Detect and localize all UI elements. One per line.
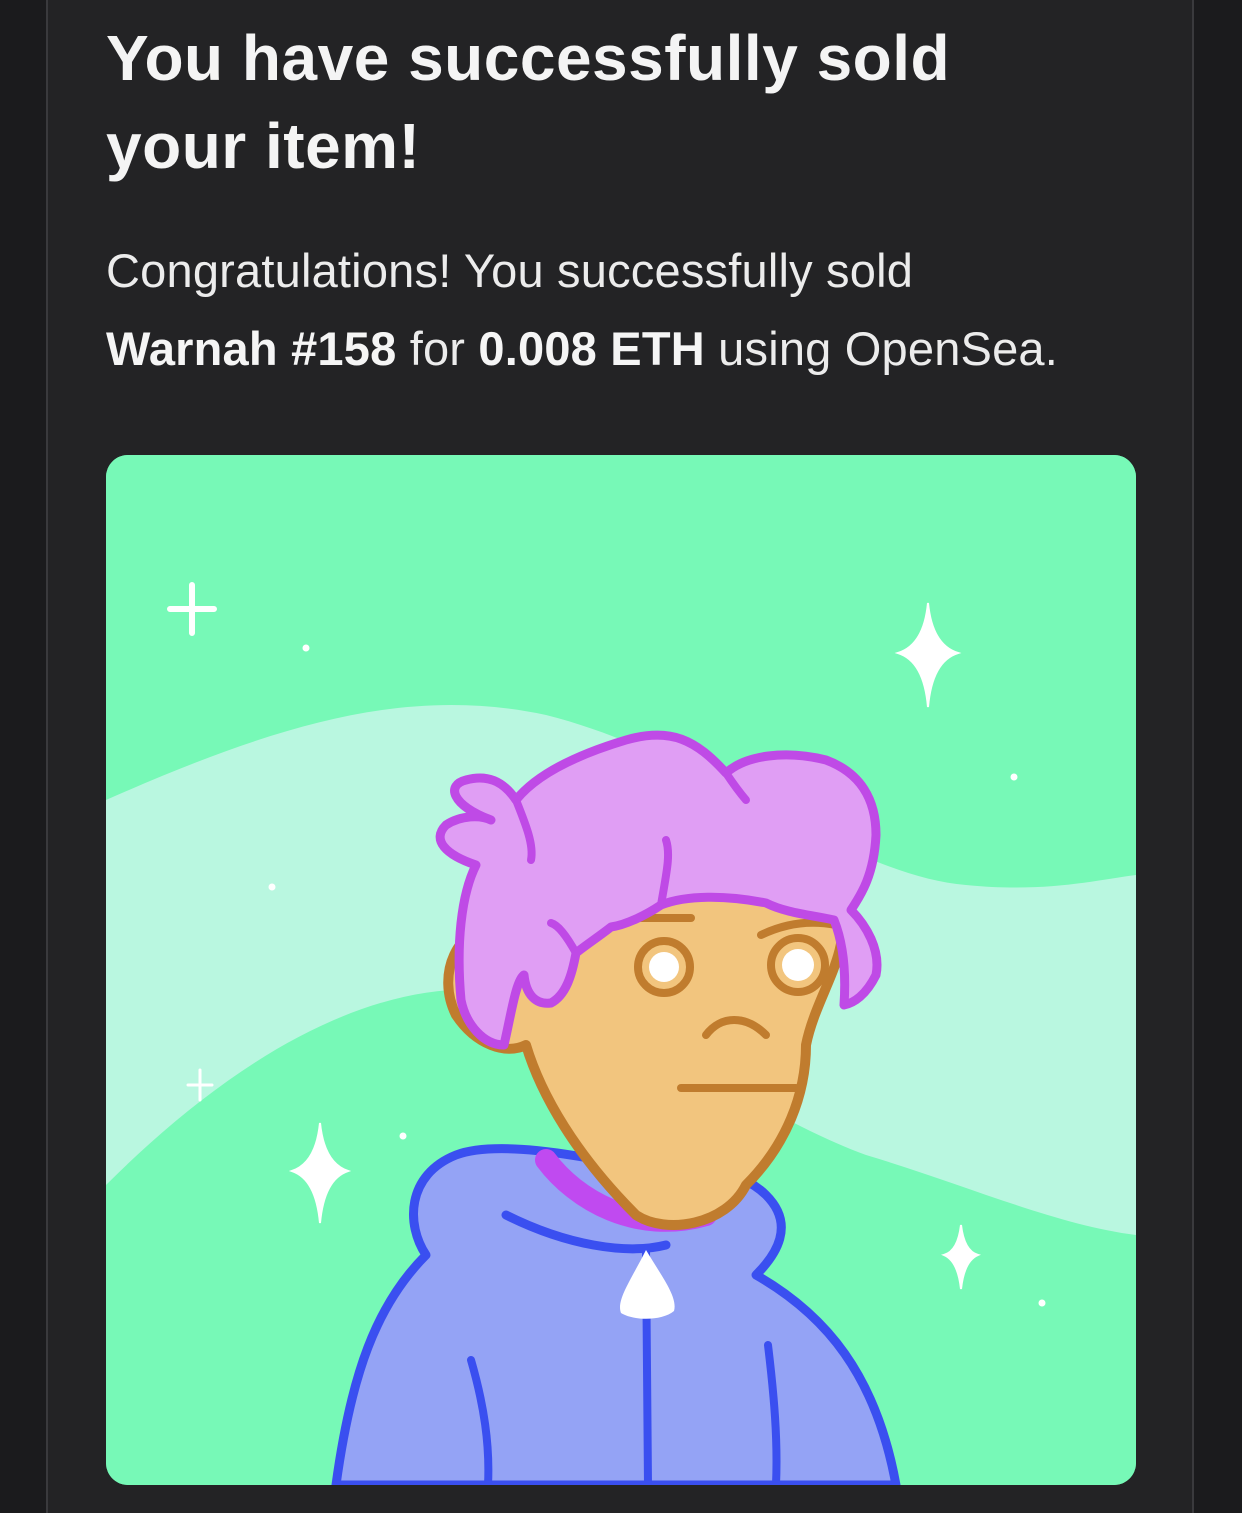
sale-price: 0.008 ETH	[478, 322, 705, 375]
item-name: Warnah #158	[106, 322, 397, 375]
nft-avatar-illustration	[106, 455, 1136, 1485]
nft-image	[106, 455, 1136, 1485]
sale-message: Congratulations! You successfully sold Wa…	[106, 232, 1166, 388]
message-intro: Congratulations! You successfully sold	[106, 244, 914, 297]
page-title: You have successfully sold your item!	[106, 22, 951, 182]
message-for: for	[409, 322, 466, 375]
message-outro: using OpenSea.	[718, 322, 1059, 375]
